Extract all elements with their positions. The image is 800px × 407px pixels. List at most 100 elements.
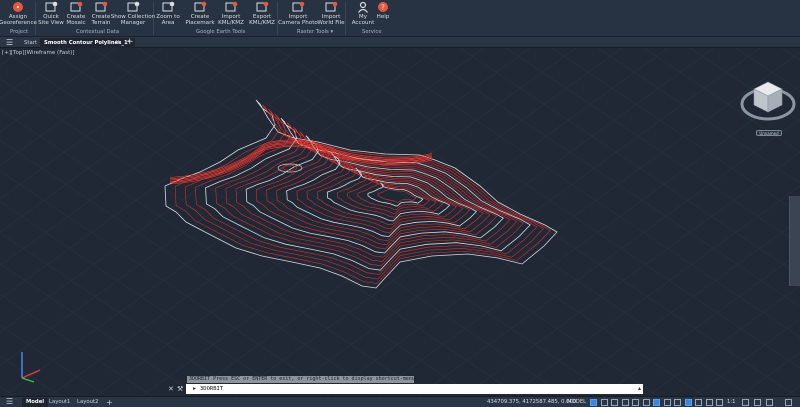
lineweight-icon[interactable] xyxy=(663,399,671,406)
command-input-box[interactable]: ▸ ▴ xyxy=(186,384,643,394)
show-collection-manager-button[interactable]: Show Collection Manager xyxy=(110,0,156,29)
customize-wrench-icon[interactable]: ⚒ xyxy=(177,385,183,393)
chevron-down-icon: ▾ xyxy=(330,29,334,35)
tab-drawing[interactable]: Smooth Contour Polylines_1* xyxy=(40,38,135,48)
camera-icon xyxy=(291,1,305,13)
chevron-up-icon[interactable]: ▴ xyxy=(638,384,641,394)
transparency-icon[interactable] xyxy=(674,399,681,406)
create-terrain-label: Create Terrain xyxy=(91,14,111,27)
quick-site-view-button[interactable]: Quick Site View xyxy=(38,0,64,29)
command-input[interactable] xyxy=(200,384,620,394)
ucs-axis-icon xyxy=(21,352,41,383)
export-kml-button[interactable]: Export KML/KMZ xyxy=(249,0,275,29)
drawing-viewport[interactable]: [+][Top][Wireframe (Fast)] Unnamed xyxy=(0,48,800,396)
my-account-button[interactable]: My Account xyxy=(352,0,374,29)
contour-line xyxy=(185,109,545,280)
zoom-to-area-button[interactable]: Zoom to Area xyxy=(156,0,180,29)
snap-mode-icon[interactable] xyxy=(600,399,608,406)
fullscreen-icon[interactable] xyxy=(766,399,773,406)
panel-title-google-earth-tools: Google Earth Tools xyxy=(196,29,246,35)
menu-icon[interactable]: ☰ xyxy=(6,39,13,47)
panel-title-project: Project xyxy=(10,29,29,35)
assign-georeference-label: Assign Georeference xyxy=(0,14,37,27)
workspace-gear-icon[interactable] xyxy=(742,399,749,406)
contour-line xyxy=(174,104,551,284)
svg-text:?: ? xyxy=(381,4,385,12)
panel-title-raster-tools[interactable]: Raster Tools ▾ xyxy=(297,29,333,36)
layout-tab-layout1[interactable]: Layout1 xyxy=(45,398,74,407)
help-label: Help xyxy=(376,14,390,20)
command-line: ✕ ⚒ ▸ ▴ xyxy=(163,384,643,394)
isodraft-icon[interactable] xyxy=(632,399,639,406)
show-collection-manager-label: Show Collection Manager xyxy=(110,14,156,27)
import-kml-label: Import KML/KMZ xyxy=(218,14,244,27)
annotation-scale[interactable]: 1:1 xyxy=(727,398,736,407)
navigation-bar[interactable] xyxy=(789,196,800,286)
quick-site-view-label: Quick Site View xyxy=(38,14,64,27)
3d-osnap-icon[interactable] xyxy=(695,399,702,406)
viewport-controls-label[interactable]: [+][Top][Wireframe (Fast)] xyxy=(2,50,75,56)
customize-menu-icon[interactable] xyxy=(785,399,792,406)
account-icon xyxy=(356,1,370,13)
layout-tab-layout2[interactable]: Layout2 xyxy=(73,398,102,407)
create-terrain-button[interactable]: Create Terrain xyxy=(90,0,112,29)
my-account-label: My Account xyxy=(351,14,375,27)
import-kml-button[interactable]: Import KML/KMZ xyxy=(218,0,244,29)
ribbon: Project Contextual Data Google Earth Too… xyxy=(0,0,800,37)
zoom-to-area-label: Zoom to Area xyxy=(156,14,180,27)
help-button[interactable]: ? Help xyxy=(376,0,390,29)
contour-line xyxy=(377,186,417,203)
import-world-file-button[interactable]: Import World File xyxy=(317,0,345,29)
new-tab-plus-icon[interactable]: + xyxy=(126,37,134,47)
grid-display-icon[interactable] xyxy=(590,399,597,406)
collection-icon xyxy=(126,1,140,13)
create-mosaic-label: Create Mosaic xyxy=(66,14,86,27)
mosaic-icon xyxy=(69,1,83,13)
contour-line xyxy=(235,131,511,258)
world-file-icon xyxy=(324,1,338,13)
plus-icon[interactable] xyxy=(754,399,761,406)
import-kml-icon xyxy=(224,1,238,13)
globe-icon xyxy=(44,1,58,13)
import-world-file-label: Import World File xyxy=(317,14,345,27)
create-placemark-button[interactable]: Create Placemark xyxy=(185,0,215,29)
panel-separator xyxy=(345,2,346,35)
ridge-contour xyxy=(169,146,433,185)
menu-icon[interactable]: ☰ xyxy=(6,398,13,406)
add-layout-plus-icon[interactable]: + xyxy=(102,398,117,407)
ridge-contour xyxy=(169,143,433,182)
panel-title-service: Service xyxy=(362,29,382,35)
object-snap-icon[interactable] xyxy=(653,399,660,406)
import-camera-photo-label: Import Camera Photo xyxy=(278,14,318,27)
ortho-icon[interactable] xyxy=(611,399,618,406)
command-history: 3DORBIT Press ESC or ENTER to exit, or r… xyxy=(187,376,414,383)
import-camera-photo-button[interactable]: Import Camera Photo xyxy=(278,0,318,29)
export-kml-icon xyxy=(255,1,269,13)
terrain-icon xyxy=(94,1,108,13)
close-icon[interactable]: ✕ xyxy=(168,385,174,393)
assign-georeference-button[interactable]: • Assign Georeference xyxy=(0,0,37,29)
annotation-visibility-icon[interactable] xyxy=(705,399,713,406)
recent-commands-icon[interactable]: ▸ xyxy=(193,384,196,394)
export-kml-label: Export KML/KMZ xyxy=(249,14,275,27)
contour-line xyxy=(276,147,484,241)
contour-drawing xyxy=(164,99,558,289)
help-icon: ? xyxy=(376,1,390,13)
create-placemark-label: Create Placemark xyxy=(185,14,215,27)
geo-pin-icon: • xyxy=(11,1,25,13)
svg-text:•: • xyxy=(16,4,20,12)
zoom-area-icon xyxy=(161,1,175,13)
tab-start[interactable]: Start xyxy=(20,38,41,48)
polar-tracking-icon[interactable] xyxy=(621,399,629,406)
coordinates-readout[interactable]: 434709.375, 4172587.485, 0.000 xyxy=(487,398,576,407)
selection-cycling-icon[interactable] xyxy=(684,399,692,406)
auto-scale-icon[interactable] xyxy=(716,399,723,406)
viewcube[interactable] xyxy=(740,74,800,134)
create-mosaic-button[interactable]: Create Mosaic xyxy=(65,0,87,29)
viewcube-ucs-menu[interactable]: Unnamed xyxy=(756,130,782,136)
placemark-icon xyxy=(193,1,207,13)
close-icon[interactable]: ✕ xyxy=(115,39,120,47)
object-snap-tracking-icon[interactable] xyxy=(642,399,650,406)
model-space-toggle[interactable]: MODEL xyxy=(567,398,586,407)
file-tab-bar: ☰ Start Smooth Contour Polylines_1* ✕ + xyxy=(0,37,800,48)
